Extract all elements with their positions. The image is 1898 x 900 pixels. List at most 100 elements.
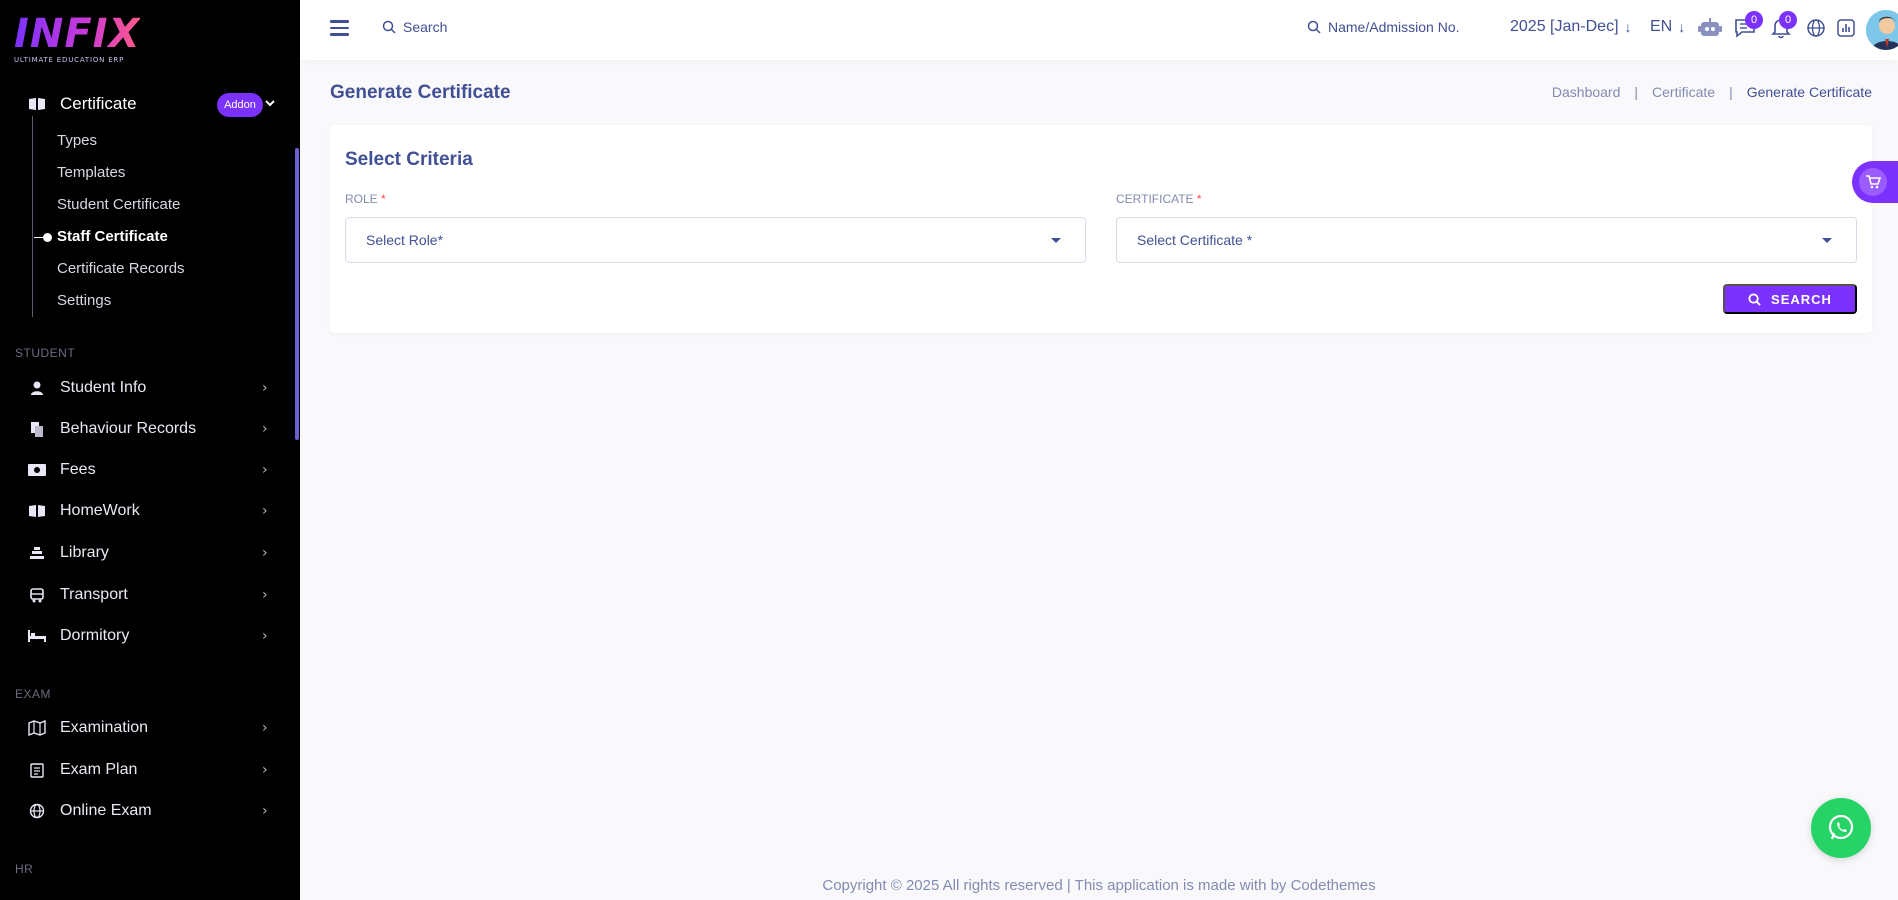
search-button-label: SEARCH [1771,291,1832,307]
book-open-icon [27,94,47,114]
money-icon [27,460,47,480]
certificate-select[interactable]: Select Certificate * [1116,217,1857,263]
role-select-placeholder: Select Role* [366,232,444,248]
whatsapp-icon [1828,814,1854,840]
card-title: Select Criteria [345,149,473,170]
caret-down-icon [1822,238,1832,243]
arrow-down-icon: ↓ [1678,19,1686,35]
chevron-right-icon: › [262,720,268,736]
logo-tagline: ULTIMATE EDUCATION ERP [14,56,125,64]
whatsapp-button[interactable] [1811,798,1871,858]
sidebar-item-homework[interactable]: HomeWork › [0,493,290,529]
chevron-right-icon: › [262,628,268,644]
sidebar-item-label: Library [60,544,109,561]
certificate-label-text: CERTIFICATE [1116,192,1194,206]
menu-search[interactable]: Search [382,19,447,35]
student-search[interactable]: Name/Admission No. [1307,19,1460,35]
book-icon [27,501,47,521]
top-header: Search Name/Admission No. 2025 [Jan-Dec]… [300,0,1898,60]
chevron-right-icon: › [262,803,268,819]
floating-widget-tab[interactable] [1852,161,1898,203]
robot-icon[interactable] [1698,16,1722,40]
sidebar-section-hr: HR [15,862,34,876]
chevron-right-icon: › [262,762,268,778]
sidebar-item-label: Certificate [60,94,137,113]
logo-text: INFIX [14,11,141,57]
breadcrumb: Dashboard | Certificate | Generate Certi… [1552,84,1872,100]
role-label-text: ROLE [345,192,378,206]
sidebar-item-student-info[interactable]: Student Info › [0,370,290,406]
sidebar-item-fees[interactable]: Fees › [0,452,290,488]
sidebar-item-label: HomeWork [60,502,140,519]
sidebar-scrollbar[interactable] [295,148,299,440]
chat-count-badge: 0 [1745,11,1763,29]
menu-toggle-icon[interactable] [330,20,349,38]
role-label: ROLE * [345,192,386,206]
language-value: EN [1650,18,1673,35]
sidebar-item-library[interactable]: Library › [0,535,290,571]
sidebar-subitem-types[interactable]: Types [57,132,97,149]
clipboard-icon [27,760,47,780]
chevron-right-icon: › [262,462,268,478]
breadcrumb-dashboard[interactable]: Dashboard [1552,84,1621,100]
search-button[interactable]: SEARCH [1723,284,1857,314]
submenu-line [32,116,33,317]
search-label: Search [403,19,448,35]
sidebar-subitem-settings[interactable]: Settings [57,292,111,309]
academic-year-value: 2025 [Jan-Dec] [1510,18,1619,35]
student-search-label: Name/Admission No. [1328,19,1460,35]
sidebar-item-behaviour-records[interactable]: Behaviour Records › [0,411,290,447]
bus-icon [27,585,47,605]
sidebar-subitem-templates[interactable]: Templates [57,164,125,181]
sidebar-item-label: Examination [60,719,149,736]
sidebar-item-label: Exam Plan [60,761,138,778]
sidebar-item-exam-plan[interactable]: Exam Plan › [0,752,290,788]
search-icon [382,20,396,34]
bed-icon [27,626,47,646]
sidebar-section-exam: EXAM [15,687,52,701]
sidebar-item-label: Fees [60,461,96,478]
chevron-right-icon: › [262,380,268,396]
arrow-down-icon: ↓ [1624,19,1632,35]
search-icon [1307,20,1321,34]
library-icon [27,543,47,563]
page-title: Generate Certificate [330,82,511,103]
notification-count-badge: 0 [1779,11,1797,29]
language-select[interactable]: EN ↓ [1650,18,1685,36]
sidebar-item-certificate[interactable]: Certificate Addon [0,86,290,122]
sidebar-item-label: Student Info [60,379,147,396]
chart-icon[interactable] [1834,16,1858,40]
certificate-select-placeholder: Select Certificate * [1137,232,1253,248]
sidebar-item-label: Online Exam [60,802,152,819]
sidebar-section-student: STUDENT [15,346,76,360]
chevron-right-icon: › [262,545,268,561]
certificate-label: CERTIFICATE * [1116,192,1202,206]
sidebar-subitem-certificate-records[interactable]: Certificate Records [57,260,185,277]
sidebar: INFIX ULTIMATE EDUCATION ERP Certificate… [0,0,300,900]
required-mark: * [381,192,386,206]
academic-year-select[interactable]: 2025 [Jan-Dec] ↓ [1510,18,1632,36]
select-criteria-card: Select Criteria ROLE * Select Role* CERT… [330,125,1872,333]
sidebar-item-online-exam[interactable]: Online Exam › [0,793,290,829]
active-indicator-dot [43,233,52,242]
role-select[interactable]: Select Role* [345,217,1086,263]
addon-badge: Addon [217,93,263,117]
chevron-right-icon: › [262,587,268,603]
breadcrumb-current: Generate Certificate [1746,84,1872,100]
sidebar-item-examination[interactable]: Examination › [0,710,290,746]
globe-icon[interactable] [1804,16,1828,40]
sidebar-item-label: Dormitory [60,627,130,644]
logo[interactable]: INFIX ULTIMATE EDUCATION ERP [14,14,140,64]
sidebar-subitem-staff-certificate[interactable]: Staff Certificate [57,228,168,245]
sidebar-item-transport[interactable]: Transport › [0,577,290,613]
records-icon [27,419,47,439]
avatar[interactable] [1866,10,1898,50]
chevron-right-icon: › [262,421,268,437]
footer-copyright: Copyright © 2025 All rights reserved | T… [822,877,1376,894]
breadcrumb-certificate[interactable]: Certificate [1652,84,1715,100]
required-mark: * [1196,192,1202,206]
sidebar-item-dormitory[interactable]: Dormitory › [0,618,290,654]
sidebar-item-label: Transport [60,586,128,603]
map-icon [27,718,47,738]
sidebar-subitem-student-certificate[interactable]: Student Certificate [57,196,180,213]
